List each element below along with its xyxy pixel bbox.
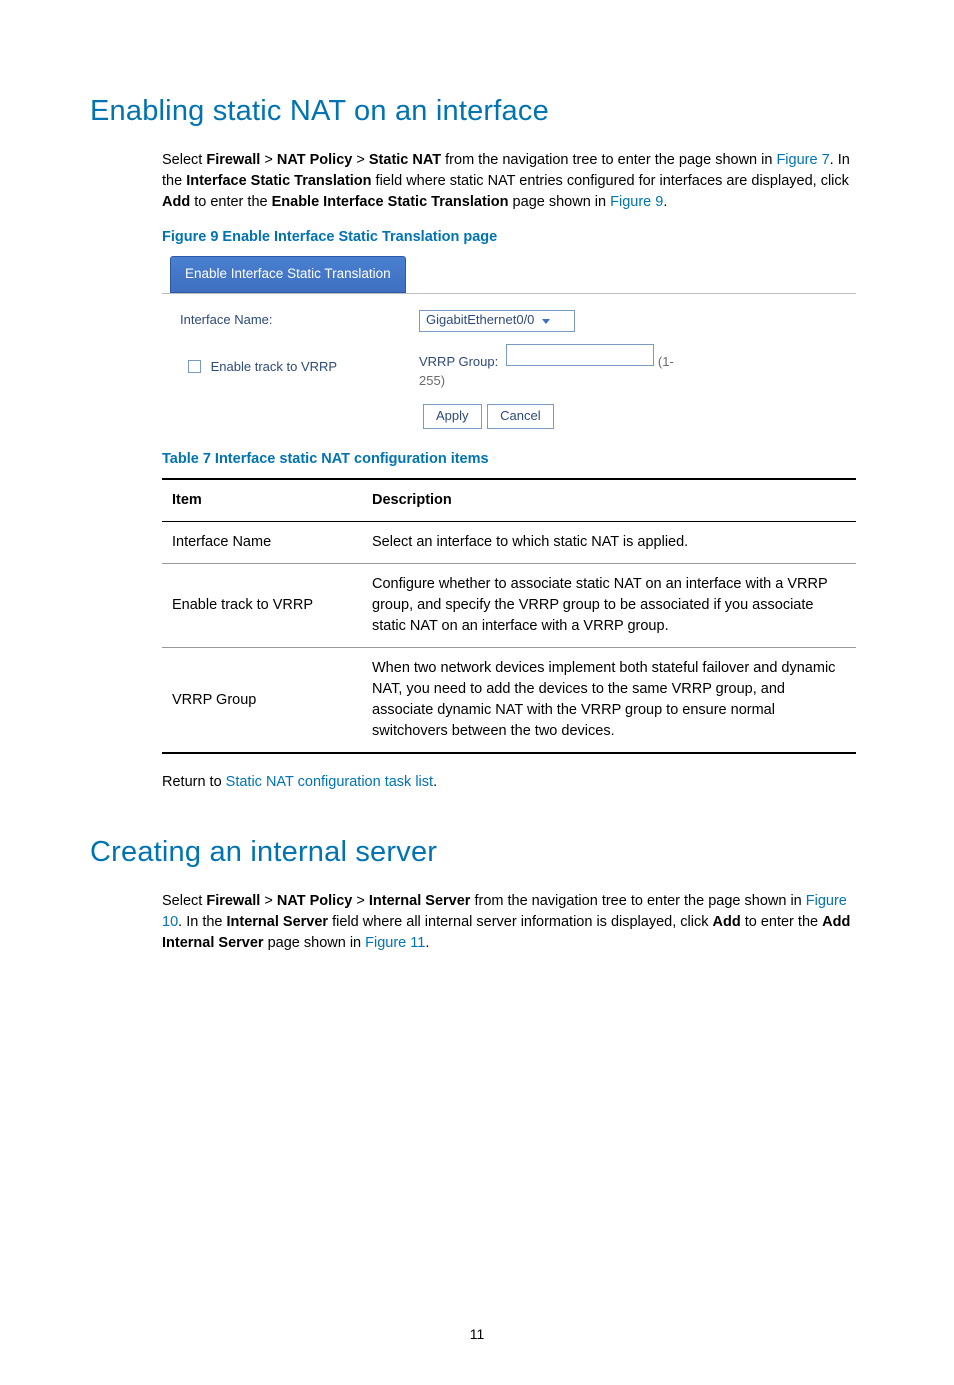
page-number: 11: [90, 1324, 864, 1344]
bold-interface-static-translation: Interface Static Translation: [186, 173, 371, 189]
text: to enter the: [190, 194, 271, 210]
breadcrumb-internal-server: Internal Server: [369, 893, 471, 909]
text: . In the: [178, 914, 226, 930]
text: >: [260, 152, 277, 168]
figure-tab: Enable Interface Static Translation: [170, 256, 406, 293]
enable-track-vrrp-label: Enable track to VRRP: [211, 359, 337, 374]
table-head-item: Item: [162, 479, 362, 522]
text: page shown in: [509, 194, 611, 210]
section2-intro: Select Firewall > NAT Policy > Internal …: [162, 891, 856, 954]
table-row: Enable track to VRRP Configure whether t…: [162, 564, 856, 648]
section-heading-1: Enabling static NAT on an interface: [90, 90, 864, 132]
text: to enter the: [741, 914, 822, 930]
section1-intro: Select Firewall > NAT Policy > Static NA…: [162, 150, 856, 213]
table-cell-desc: Select an interface to which static NAT …: [362, 522, 856, 564]
bold-add: Add: [162, 194, 190, 210]
text: from the navigation tree to enter the pa…: [441, 152, 776, 168]
enable-track-vrrp-checkbox[interactable]: [188, 360, 201, 373]
breadcrumb-firewall: Firewall: [206, 152, 260, 168]
vrrp-group-input[interactable]: [506, 344, 654, 366]
bold-enable-ist: Enable Interface Static Translation: [272, 194, 509, 210]
section-heading-2: Creating an internal server: [90, 831, 864, 873]
apply-button[interactable]: Apply: [423, 404, 482, 429]
breadcrumb-static-nat: Static NAT: [369, 152, 441, 168]
interface-name-select[interactable]: GigabitEthernet0/0: [419, 310, 575, 332]
text: .: [663, 194, 667, 210]
table-cell-desc: When two network devices implement both …: [362, 648, 856, 754]
link-figure-11[interactable]: Figure 11: [365, 935, 425, 951]
table-cell-item: Interface Name: [162, 522, 362, 564]
table-cell-item: Enable track to VRRP: [162, 564, 362, 648]
table-head-description: Description: [362, 479, 856, 522]
text: .: [425, 935, 429, 951]
link-static-nat-task-list[interactable]: Static NAT configuration task list: [226, 774, 433, 790]
table-row: VRRP Group When two network devices impl…: [162, 648, 856, 754]
bold-internal-server: Internal Server: [227, 914, 329, 930]
interface-name-label: Interface Name:: [174, 311, 419, 330]
figure-9-caption: Figure 9 Enable Interface Static Transla…: [162, 227, 856, 248]
text: >: [260, 893, 277, 909]
text: Select: [162, 893, 206, 909]
cancel-button[interactable]: Cancel: [487, 404, 553, 429]
text: .: [433, 774, 437, 790]
bold-add: Add: [713, 914, 741, 930]
vrrp-group-label: VRRP Group:: [419, 354, 498, 369]
breadcrumb-nat-policy: NAT Policy: [277, 152, 352, 168]
table-7: Item Description Interface Name Select a…: [162, 478, 856, 754]
text: from the navigation tree to enter the pa…: [470, 893, 805, 909]
table-cell-desc: Configure whether to associate static NA…: [362, 564, 856, 648]
text: field where all internal server informat…: [328, 914, 712, 930]
text: Return to: [162, 774, 226, 790]
text: >: [352, 893, 369, 909]
breadcrumb-firewall: Firewall: [206, 893, 260, 909]
link-figure-7[interactable]: Figure 7: [776, 152, 829, 168]
return-line: Return to Static NAT configuration task …: [162, 772, 856, 793]
interface-name-value: GigabitEthernet0/0: [426, 311, 534, 330]
figure-9: Enable Interface Static Translation Inte…: [162, 256, 856, 435]
figure-panel: Interface Name: GigabitEthernet0/0 Enabl…: [162, 293, 856, 436]
text: field where static NAT entries configure…: [372, 173, 849, 189]
table-row: Interface Name Select an interface to wh…: [162, 522, 856, 564]
text: page shown in: [264, 935, 366, 951]
link-figure-9[interactable]: Figure 9: [610, 194, 663, 210]
text: Select: [162, 152, 206, 168]
table-cell-item: VRRP Group: [162, 648, 362, 754]
text: >: [352, 152, 369, 168]
breadcrumb-nat-policy: NAT Policy: [277, 893, 352, 909]
chevron-down-icon: [540, 315, 552, 327]
table-7-caption: Table 7 Interface static NAT configurati…: [162, 449, 856, 470]
